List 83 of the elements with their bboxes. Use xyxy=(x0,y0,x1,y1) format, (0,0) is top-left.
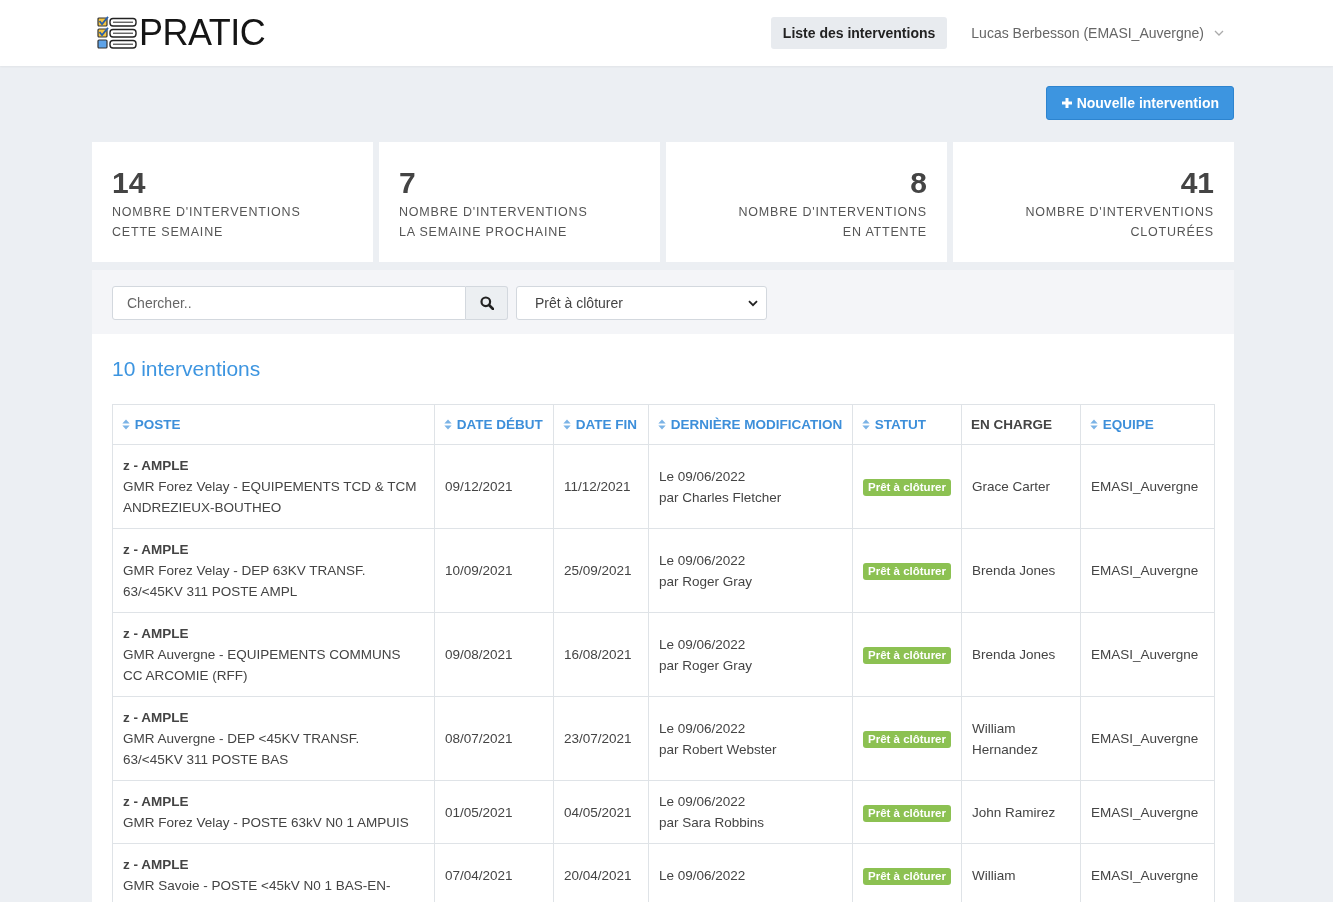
column-header[interactable]: DATE DÉBUT xyxy=(434,404,554,445)
modified-by: par Robert Webster xyxy=(659,740,778,759)
column-header: EN CHARGE xyxy=(961,404,1081,445)
poste-description: GMR Auvergne - EQUIPEMENTS COMMUNS CC ARCOMIE (RFF) xyxy=(123,646,402,685)
table-cell: John Ramirez xyxy=(961,780,1081,844)
stat-value: 14 xyxy=(112,165,146,201)
chevron-down-icon xyxy=(1214,30,1224,36)
table-cell: Grace Carter xyxy=(961,444,1081,529)
status-filter-select[interactable]: Prêt à clôturer xyxy=(516,286,767,320)
chevron-down-icon xyxy=(748,299,758,307)
modified-date: Le 09/06/2022 xyxy=(659,551,747,570)
sort-icon xyxy=(658,419,666,430)
table-cell: Brenda Jones xyxy=(961,528,1081,613)
poste-description: GMR Auvergne - DEP <45KV TRANSF. 63/<45KV 311 POSTE BAS xyxy=(123,730,361,769)
modified-date: Le 09/06/2022 xyxy=(659,467,747,486)
status-badge: Prêt à clôturer xyxy=(863,563,951,580)
poste-code: z - AMPLE xyxy=(123,793,190,811)
table-cell: EMASI_Auvergne xyxy=(1080,612,1215,697)
modified-by: par Sara Robbins xyxy=(659,814,766,832)
table-cell: 23/07/2021 xyxy=(553,696,649,781)
stat-value: 8 xyxy=(910,165,927,201)
table-cell: EMASI_Auvergne xyxy=(1080,444,1215,529)
table-cell: EMASI_Auvergne xyxy=(1080,528,1215,613)
modified-date: Le 09/06/2022 xyxy=(659,866,747,885)
table-cell: 09/08/2021 xyxy=(434,612,554,697)
poste-description: GMR Savoie - POSTE <45kV N0 1 BAS-EN- xyxy=(123,877,392,895)
logo-text: PRATIC xyxy=(139,15,266,51)
status-badge: Prêt à clôturer xyxy=(863,647,951,664)
stat-label: NOMBRE D'INTERVENTIONS LA SEMAINE PROCHAINE xyxy=(399,204,588,241)
table-cell: 11/12/2021 xyxy=(553,444,649,529)
column-header[interactable]: EQUIPE xyxy=(1080,404,1215,445)
poste-code: z - AMPLE xyxy=(123,709,190,727)
table-cell: 01/05/2021 xyxy=(434,780,554,844)
new-intervention-button[interactable]: Nouvelle intervention xyxy=(1045,86,1234,120)
modified-by: par Charles Fletcher xyxy=(659,488,783,507)
modified-by: par Roger Gray xyxy=(659,656,754,675)
status-badge: Prêt à clôturer xyxy=(863,804,951,822)
table-cell: EMASI_Auvergne xyxy=(1080,780,1215,844)
checklist-logo-icon xyxy=(97,16,137,50)
table-cell: EMASI_Auvergne xyxy=(1080,696,1215,781)
column-header[interactable]: DATE FIN xyxy=(553,404,649,445)
table-cell: 16/08/2021 xyxy=(553,612,649,697)
nav-link[interactable]: Liste des interventions xyxy=(770,17,948,49)
sort-icon xyxy=(444,419,452,430)
modified-by: par Roger Gray xyxy=(659,572,754,591)
stat-label: NOMBRE D'INTERVENTIONS EN ATTENTE xyxy=(738,204,927,241)
sort-icon xyxy=(1090,419,1098,430)
poste-code: z - AMPLE xyxy=(123,541,190,559)
poste-description: GMR Forez Velay - POSTE 63kV N0 1 AMPUIS xyxy=(123,814,410,832)
plus-icon xyxy=(1060,97,1073,109)
poste-description: GMR Forez Velay - EQUIPEMENTS TCD & TCM ANDREZIEUX-BOUTHEO xyxy=(123,478,418,517)
search-button[interactable] xyxy=(466,286,508,320)
table-cell: 08/07/2021 xyxy=(434,696,554,781)
column-header[interactable]: STATUT xyxy=(852,404,962,445)
stat-value: 41 xyxy=(1180,165,1214,201)
modified-date: Le 09/06/2022 xyxy=(659,793,747,811)
column-header[interactable]: DERNIÈRE MODIFICATION xyxy=(648,404,853,445)
status-badge: Prêt à clôturer xyxy=(863,479,951,496)
result-count: 10 interventions xyxy=(112,356,262,382)
stat-value: 7 xyxy=(399,165,416,201)
table-cell: 10/09/2021 xyxy=(434,528,554,613)
sort-icon xyxy=(563,419,571,430)
poste-code: z - AMPLE xyxy=(123,625,190,643)
status-badge: Prêt à clôturer xyxy=(863,867,951,885)
sort-icon xyxy=(862,419,870,430)
user-menu[interactable]: Lucas Berbesson (EMASI_Auvergne) xyxy=(961,17,1234,49)
sort-icon xyxy=(122,419,130,430)
poste-description: GMR Forez Velay - DEP 63KV TRANSF. 63/<45KV 311 POSTE AMPL xyxy=(123,562,367,601)
stat-label: NOMBRE D'INTERVENTIONS CLOTURÉES xyxy=(1025,204,1214,241)
table-cell: 09/12/2021 xyxy=(434,444,554,529)
poste-code: z - AMPLE xyxy=(123,856,190,874)
modified-date: Le 09/06/2022 xyxy=(659,635,747,654)
table-cell: Brenda Jones xyxy=(961,612,1081,697)
table-cell: 25/09/2021 xyxy=(553,528,649,613)
table-cell: William Hernandez xyxy=(961,696,1081,781)
modified-date: Le 09/06/2022 xyxy=(659,719,747,738)
column-header[interactable]: POSTE xyxy=(112,404,435,445)
poste-code: z - AMPLE xyxy=(123,457,190,475)
status-badge: Prêt à clôturer xyxy=(863,731,951,748)
stat-label: NOMBRE D'INTERVENTIONS CETTE SEMAINE xyxy=(112,204,301,241)
table-cell: 04/05/2021 xyxy=(553,780,649,844)
search-field[interactable]: Chercher.. xyxy=(112,286,466,320)
search-icon xyxy=(479,296,494,310)
